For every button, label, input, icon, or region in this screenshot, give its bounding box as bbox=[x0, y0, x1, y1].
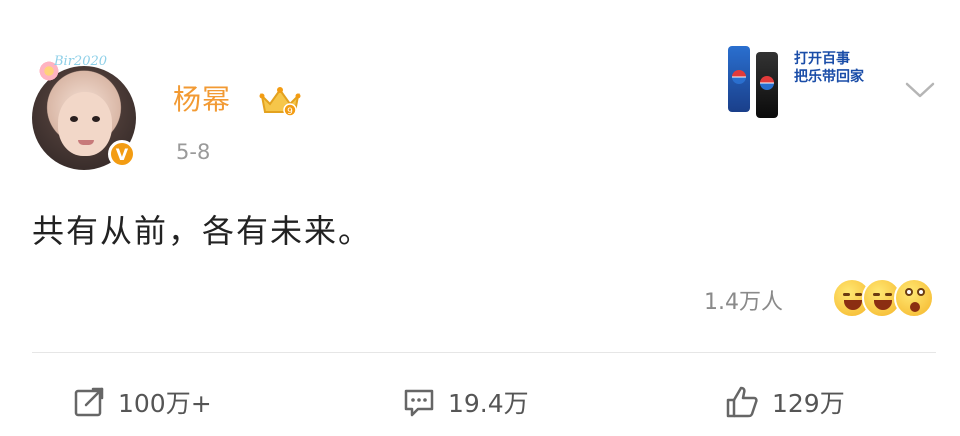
comment-button[interactable]: 19.4万 bbox=[402, 382, 529, 422]
thumbs-up-icon bbox=[726, 386, 758, 418]
pepsi-can-icon bbox=[728, 46, 750, 112]
username[interactable]: 杨幂 bbox=[173, 78, 231, 118]
pepsi-logo-icon bbox=[760, 76, 774, 90]
promo-line-2: 把乐带回家 bbox=[794, 69, 864, 85]
verified-badge-label: V bbox=[115, 144, 129, 164]
post-text: 共有从前，各有未来。 bbox=[32, 212, 373, 250]
surprised-emoji-icon bbox=[894, 278, 934, 318]
share-icon bbox=[74, 387, 104, 417]
avatar-eye-left bbox=[70, 116, 78, 122]
avatar-face bbox=[58, 92, 112, 156]
avatar-frame-text: Bir2020 bbox=[54, 54, 108, 69]
like-button[interactable]: 129万 bbox=[724, 382, 845, 422]
promo-line-1: 打开百事 bbox=[794, 51, 850, 67]
promo-banner[interactable]: 打开百事 把乐带回家 bbox=[722, 40, 882, 118]
verified-badge-icon: V bbox=[108, 140, 136, 168]
avatar[interactable]: Bir2020 V bbox=[32, 54, 150, 172]
post-date: 5-8 bbox=[176, 140, 211, 164]
comment-icon bbox=[404, 389, 434, 417]
comment-count: 19.4万 bbox=[448, 389, 529, 418]
share-button[interactable]: 100万+ bbox=[72, 382, 212, 422]
pepsi-can-icon bbox=[756, 52, 778, 118]
avatar-mouth bbox=[78, 140, 94, 145]
crown-icon[interactable]: 9 bbox=[258, 84, 302, 118]
share-count: 100万+ bbox=[118, 389, 212, 418]
svg-text:9: 9 bbox=[287, 107, 293, 117]
reaction-count[interactable]: 1.4万人 bbox=[704, 284, 783, 316]
like-count: 129万 bbox=[772, 389, 845, 418]
weibo-post: Bir2020 V 杨幂 9 5-8 打开百事 把乐带回家 共有从前，各有未来。… bbox=[0, 0, 960, 436]
pepsi-logo-icon bbox=[732, 70, 746, 84]
chevron-down-icon[interactable] bbox=[904, 80, 936, 100]
divider bbox=[32, 352, 936, 353]
avatar-eye-right bbox=[92, 116, 100, 122]
reaction-emojis[interactable] bbox=[832, 278, 942, 322]
promo-slogan: 打开百事 把乐带回家 bbox=[794, 50, 864, 86]
